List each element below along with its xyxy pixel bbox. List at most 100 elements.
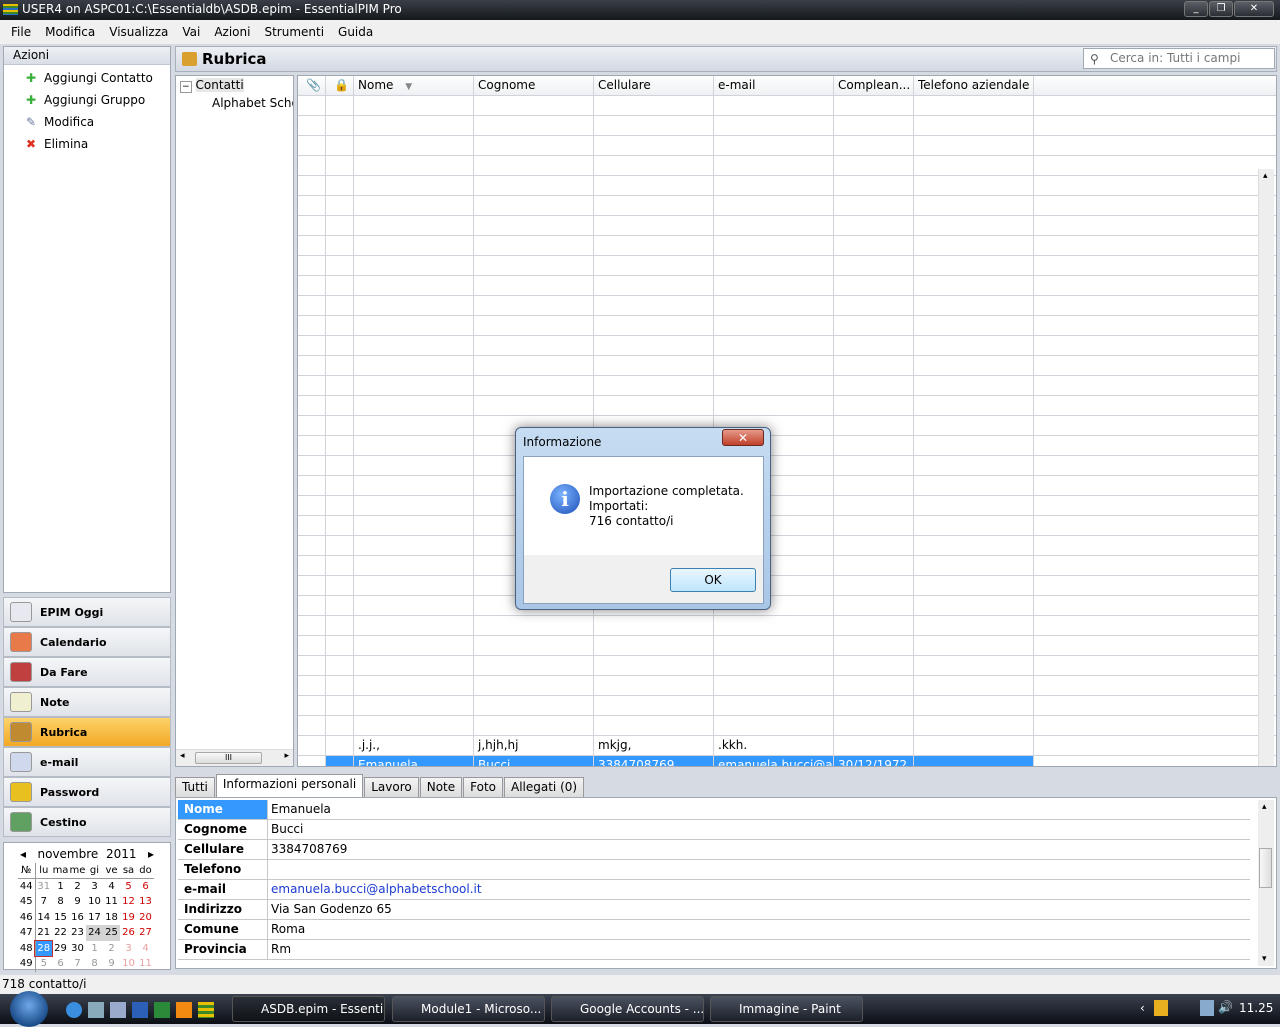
- calendar-day[interactable]: 5: [35, 956, 52, 972]
- calendar-day[interactable]: 9: [69, 894, 86, 910]
- nav-da-fare[interactable]: Da Fare: [3, 657, 171, 687]
- calendar-day[interactable]: 29: [52, 941, 69, 957]
- tray-expand-icon[interactable]: ‹: [1140, 1001, 1145, 1015]
- calendar-day[interactable]: 4: [137, 941, 154, 957]
- calendar-day[interactable]: 25: [103, 925, 120, 941]
- calendar-day[interactable]: 2: [69, 879, 86, 895]
- column-cognome[interactable]: Cognome: [474, 76, 594, 95]
- next-month-button[interactable]: ▸: [148, 847, 154, 861]
- nav-cestino[interactable]: Cestino: [3, 807, 171, 837]
- calendar-day[interactable]: 12: [120, 894, 137, 910]
- calendar-day[interactable]: 18: [103, 910, 120, 926]
- menu-guida[interactable]: Guida: [331, 25, 380, 39]
- nav-rubrica[interactable]: Rubrica: [3, 717, 171, 747]
- tree-item-group[interactable]: Alphabet School: [176, 94, 293, 110]
- calendar-day[interactable]: 11: [137, 956, 154, 972]
- maximize-button[interactable]: ❐: [1209, 1, 1233, 17]
- table-row[interactable]: .j.j., j,hjh,hj mkjg, .kkh.: [298, 736, 1276, 756]
- calendar-day[interactable]: 20: [137, 910, 154, 926]
- calendar-day[interactable]: 16: [69, 910, 86, 926]
- calendar-day[interactable]: 31: [35, 879, 52, 895]
- calendar-day[interactable]: 10: [120, 956, 137, 972]
- word-icon[interactable]: [132, 1002, 148, 1018]
- calendar-day[interactable]: 8: [52, 894, 69, 910]
- tab-lavoro[interactable]: Lavoro: [364, 777, 419, 797]
- column-email[interactable]: e-mail: [714, 76, 834, 95]
- calendar-day[interactable]: 6: [137, 879, 154, 895]
- calendar-day[interactable]: 22: [52, 925, 69, 941]
- calendar-day[interactable]: 3: [120, 941, 137, 957]
- action-add-group[interactable]: ✚ Aggiungi Gruppo: [4, 89, 170, 111]
- calendar-day[interactable]: 24: [86, 925, 103, 941]
- desktop-icon[interactable]: [88, 1002, 104, 1018]
- scroll-thumb[interactable]: [1259, 848, 1272, 888]
- tree-hscrollbar[interactable]: ◂ III ▸: [176, 749, 293, 766]
- calendar-day[interactable]: 7: [35, 894, 52, 910]
- calendar-day[interactable]: 10: [86, 894, 103, 910]
- calendar-day[interactable]: 4: [103, 879, 120, 895]
- details-vscrollbar[interactable]: ▴ ▾: [1258, 800, 1274, 966]
- collapse-icon[interactable]: −: [180, 81, 192, 93]
- calendar-day[interactable]: 21: [35, 925, 52, 941]
- media-player-icon[interactable]: [176, 1002, 192, 1018]
- minimize-button[interactable]: _: [1184, 1, 1208, 17]
- calendar-day[interactable]: 23: [69, 925, 86, 941]
- nav-note[interactable]: Note: [3, 687, 171, 717]
- nav-calendario[interactable]: Calendario: [3, 627, 171, 657]
- detail-value[interactable]: emanuela.bucci@alphabetschool.it: [268, 880, 482, 899]
- excel-icon[interactable]: [154, 1002, 170, 1018]
- calendar-day[interactable]: 15: [52, 910, 69, 926]
- action-add-contact[interactable]: ✚ Aggiungi Contatto: [4, 67, 170, 89]
- scroll-thumb[interactable]: III: [195, 752, 262, 764]
- taskbar-item-epim[interactable]: ASDB.epim - Essenti...: [232, 996, 385, 1022]
- nav-e-mail[interactable]: e-mail: [3, 747, 171, 777]
- menu-file[interactable]: File: [4, 25, 38, 39]
- calendar-day[interactable]: 11: [103, 894, 120, 910]
- table-row[interactable]: EmanuelaBucci3384708769emanuela.bucci@al…: [298, 756, 1276, 766]
- calendar-day[interactable]: 7: [69, 956, 86, 972]
- close-button[interactable]: ✕: [1234, 1, 1274, 17]
- calendar-day[interactable]: 2: [103, 941, 120, 957]
- dialog-close-button[interactable]: ✕: [722, 429, 764, 446]
- tab-foto[interactable]: Foto: [463, 777, 503, 797]
- network-icon[interactable]: [1200, 1000, 1214, 1016]
- calendar-day[interactable]: 5: [120, 879, 137, 895]
- grid-vscrollbar[interactable]: ▴ ▾: [1258, 169, 1274, 766]
- window-switch-icon[interactable]: [110, 1002, 126, 1018]
- start-button[interactable]: [10, 991, 48, 1027]
- calendar-day[interactable]: 28: [34, 939, 53, 957]
- action-delete[interactable]: ✖ Elimina: [4, 133, 170, 155]
- tree-item-contatti[interactable]: − Contatti: [176, 76, 293, 94]
- taskbar-item-browser[interactable]: Google Accounts - ...: [551, 996, 704, 1022]
- calendar-day[interactable]: 26: [120, 925, 137, 941]
- calendar-day[interactable]: 30: [69, 941, 86, 957]
- calendar-day[interactable]: 27: [137, 925, 154, 941]
- clock[interactable]: 11.25: [1239, 1001, 1273, 1015]
- calendar-day[interactable]: 3: [86, 879, 103, 895]
- tab-tutti[interactable]: Tutti: [175, 777, 215, 797]
- calendar-day[interactable]: 9: [103, 956, 120, 972]
- calendar-day[interactable]: 14: [35, 910, 52, 926]
- column-cellulare[interactable]: Cellulare: [594, 76, 714, 95]
- calendar-day[interactable]: 13: [137, 894, 154, 910]
- calendar-day[interactable]: 1: [52, 879, 69, 895]
- prev-month-button[interactable]: ◂: [20, 847, 26, 861]
- ok-button[interactable]: OK: [670, 568, 756, 592]
- tab-informazioni-personali[interactable]: Informazioni personali: [215, 774, 364, 797]
- tab-note[interactable]: Note: [419, 777, 463, 797]
- search-input[interactable]: ⚲ Cerca in: Tutti i campi: [1083, 48, 1275, 69]
- ie-icon[interactable]: [66, 1002, 82, 1018]
- action-edit[interactable]: ✎ Modifica: [4, 111, 170, 133]
- menu-visualizza[interactable]: Visualizza: [102, 25, 175, 39]
- lock-column-icon[interactable]: 🔒: [326, 76, 354, 95]
- tray-app-icon[interactable]: [1154, 1000, 1168, 1016]
- menu-strumenti[interactable]: Strumenti: [257, 25, 331, 39]
- column-nome[interactable]: Nome ▼: [354, 76, 474, 95]
- calendar-day[interactable]: 6: [52, 956, 69, 972]
- tab-allegati-[interactable]: Allegati (0): [504, 777, 585, 797]
- nav-password[interactable]: Password: [3, 777, 171, 807]
- calendar-day[interactable]: 1: [86, 941, 103, 957]
- taskbar-item-paint[interactable]: Immagine - Paint: [710, 996, 863, 1022]
- menu-modifica[interactable]: Modifica: [38, 25, 102, 39]
- calendar-day[interactable]: 8: [86, 956, 103, 972]
